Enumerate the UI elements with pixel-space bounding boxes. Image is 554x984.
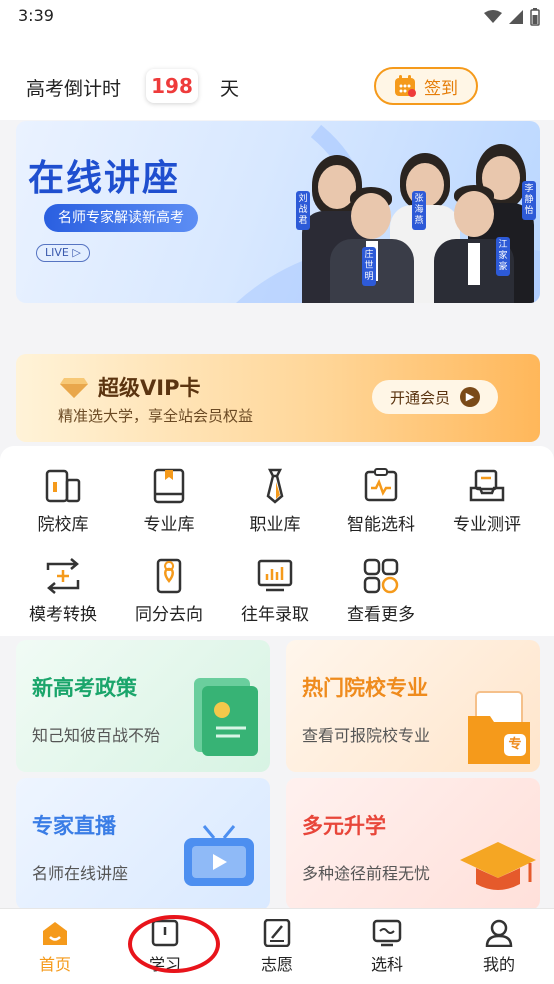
convert-icon xyxy=(46,558,80,594)
battery-icon xyxy=(530,8,540,26)
countdown-days: 198 xyxy=(146,69,198,103)
college-building-icon xyxy=(45,469,81,503)
screen-chart-icon xyxy=(372,919,402,947)
test-tray-icon xyxy=(469,469,505,502)
card-hot-colleges[interactable]: 热门院校专业 查看可报院校专业 专 xyxy=(286,640,540,772)
status-bar: 3:39 xyxy=(0,0,554,34)
card-title: 多元升学 xyxy=(302,814,386,838)
open-membership-button[interactable]: 开通会员 ▶ xyxy=(372,380,498,414)
lecturer-name-tag: 庄世明 xyxy=(362,247,376,286)
grid-item-mock-convert[interactable]: 模考转换 xyxy=(8,558,118,638)
card-subtitle: 知己知彼百战不殆 xyxy=(32,726,161,745)
lecture-banner[interactable]: 在线讲座 名师专家解读新高考 LIVE ▷ 刘战君 庄世明 张海燕 李静怡 江家… xyxy=(16,121,540,303)
card-expert-live[interactable]: 专家直播 名师在线讲座 xyxy=(16,778,270,910)
book-icon xyxy=(153,468,185,504)
card-new-policy[interactable]: 新高考政策 知己知彼百战不殆 xyxy=(16,640,270,772)
tab-home[interactable]: 首页 xyxy=(10,919,100,975)
grid-item-label: 专业测评 xyxy=(453,515,521,535)
policy-book-icon xyxy=(194,678,258,756)
vip-card[interactable]: 超级VIP卡 精准选大学，享全站会员权益 开通会员 ▶ xyxy=(16,354,540,442)
grid-item-smart-subject[interactable]: 智能选科 xyxy=(326,468,436,548)
grid-item-career[interactable]: 职业库 xyxy=(220,468,330,548)
card-title: 热门院校专业 xyxy=(302,676,428,700)
tab-label: 志愿 xyxy=(260,955,293,974)
notebook-pen-icon xyxy=(263,919,291,947)
graduation-cap-icon xyxy=(460,842,536,890)
card-subtitle: 查看可报院校专业 xyxy=(302,726,431,745)
grid-item-major[interactable]: 专业库 xyxy=(114,468,224,548)
bottom-tab-bar: 首页 学习 志愿 选科 我的 xyxy=(0,908,554,984)
highlight-circle-annotation xyxy=(128,915,220,973)
tab-label: 选科 xyxy=(370,955,403,974)
checkin-label: 签到 xyxy=(424,78,458,99)
banner-subtitle: 名师专家解读新高考 xyxy=(44,204,198,232)
lecturer-group: 刘战君 庄世明 张海燕 李静怡 江家豪 xyxy=(286,121,540,303)
lecturer-name-tag: 张海燕 xyxy=(412,191,426,230)
grid-item-same-score[interactable]: 同分去向 xyxy=(114,558,224,638)
card-badge: 专 xyxy=(504,734,526,756)
signal-icon xyxy=(509,10,523,24)
status-icons xyxy=(484,8,540,26)
status-time: 3:39 xyxy=(18,6,54,25)
tab-label: 我的 xyxy=(482,955,515,974)
card-subtitle: 名师在线讲座 xyxy=(32,864,129,883)
grid-item-label: 模考转换 xyxy=(29,605,97,625)
calendar-icon xyxy=(395,75,416,97)
grid-item-label: 院校库 xyxy=(37,515,89,535)
tab-profile[interactable]: 我的 xyxy=(454,919,544,975)
countdown-label: 高考倒计时 xyxy=(26,78,122,100)
grid-item-college[interactable]: 院校库 xyxy=(8,468,118,548)
grid-item-label: 查看更多 xyxy=(347,605,415,625)
lecturer-name-tag: 刘战君 xyxy=(296,191,310,230)
grid-item-more[interactable]: 查看更多 xyxy=(326,558,436,638)
card-multi-path[interactable]: 多元升学 多种途径前程无忧 xyxy=(286,778,540,910)
grid-item-label: 智能选科 xyxy=(347,515,415,535)
banner-title: 在线讲座 xyxy=(28,158,181,199)
clipboard-pulse-icon xyxy=(364,468,398,502)
wifi-icon xyxy=(484,10,502,23)
grid-item-major-test[interactable]: 专业测评 xyxy=(432,468,542,548)
tab-subject-select[interactable]: 选科 xyxy=(342,919,432,975)
card-title: 专家直播 xyxy=(32,814,116,838)
vip-title: 超级VIP卡 xyxy=(98,376,201,400)
grid-item-label: 专业库 xyxy=(143,515,195,535)
card-title: 新高考政策 xyxy=(32,676,137,700)
function-grid: 院校库 专业库 职业库 智能选科 专业测评 模考转换 同分去向 往年录取 查看更… xyxy=(0,446,554,636)
phone-location-icon xyxy=(156,558,182,594)
countdown-header: 高考倒计时 198 天 签到 xyxy=(0,34,554,120)
chevron-right-icon: ▶ xyxy=(460,387,480,407)
tie-icon xyxy=(266,468,284,504)
tab-label: 首页 xyxy=(38,955,71,974)
card-subtitle: 多种途径前程无忧 xyxy=(302,864,431,883)
live-badge: LIVE ▷ xyxy=(36,244,90,262)
checkin-button[interactable]: 签到 xyxy=(374,67,478,105)
grid-item-label: 职业库 xyxy=(249,515,301,535)
user-icon xyxy=(485,919,513,947)
grid-item-label: 同分去向 xyxy=(135,605,203,625)
countdown-unit: 天 xyxy=(220,78,240,100)
grid-item-label: 往年录取 xyxy=(241,605,309,625)
home-icon xyxy=(43,922,67,945)
more-grid-icon xyxy=(363,558,399,594)
bar-chart-monitor-icon xyxy=(257,559,293,592)
diamond-icon xyxy=(60,378,88,398)
tab-volunteer[interactable]: 志愿 xyxy=(232,919,322,975)
open-membership-label: 开通会员 xyxy=(389,388,450,407)
grid-item-past-admission[interactable]: 往年录取 xyxy=(220,558,330,638)
vip-description: 精准选大学，享全站会员权益 xyxy=(58,407,254,425)
lecturer-name-tag: 李静怡 xyxy=(522,181,536,220)
lecturer-name-tag: 江家豪 xyxy=(496,237,510,276)
tv-play-icon xyxy=(184,825,254,886)
